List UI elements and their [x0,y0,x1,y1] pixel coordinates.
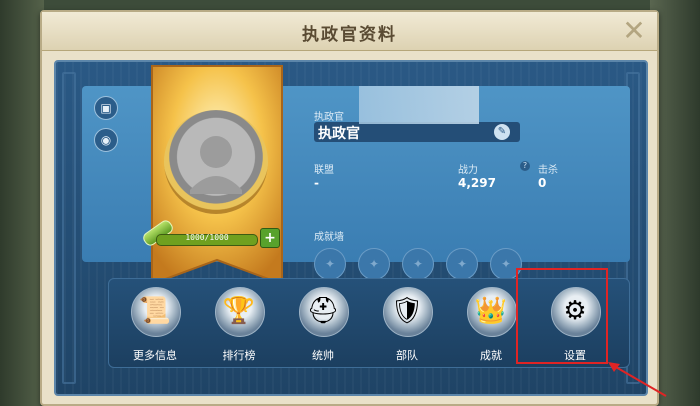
experience-text: 1000/1000 [185,233,229,242]
close-icon[interactable]: ✕ [619,16,649,46]
power-label: 战力 [458,165,478,176]
kills-label: 击杀 [538,165,558,176]
achievement-slot[interactable]: ✦ [402,248,434,280]
troops-button[interactable]: 🛡 部队 [369,279,445,367]
trophy-icon: 🏆 [222,296,256,326]
alliance-label: 联盟 [314,165,334,176]
commander-name-field: 执政官 [314,122,520,142]
troops-icon: 🛡 [390,296,424,326]
avatar[interactable] [164,110,268,214]
edit-name-icon[interactable]: ✎ [494,124,510,140]
silhouette-icon [190,136,242,194]
image-icon[interactable]: ▣ [94,96,118,120]
leaderboard-button[interactable]: 🏆 排行榜 [201,279,277,367]
avatar-change-icon[interactable]: ◉ [94,128,118,152]
add-experience-button[interactable]: + [260,228,280,248]
experience-bar: 1000/1000 [156,233,258,246]
commander-button[interactable]: ⛑ 统帅 [285,279,361,367]
power-value: 4,297 [458,176,496,190]
menu-label-commander: 统帅 [312,349,334,362]
menu-label-more-info: 更多信息 [133,349,177,362]
pointer-arrow-icon [608,362,667,397]
more-info-button[interactable]: 📜 更多信息 [117,279,193,367]
profile-card: ▣ ◉ 1000/1000 + 执政官 执政官 ✎ 联盟 - 战力 4,297 … [82,65,630,286]
kills-info-icon[interactable]: ? [520,161,530,171]
achievement-slot[interactable]: ✦ [358,248,390,280]
background-left [0,0,44,406]
commander-banner: 1000/1000 + [140,64,284,292]
commander-name: 执政官 [318,126,360,142]
decorative-pattern-left [62,72,76,384]
achievement-crown-icon: 👑 [474,296,508,326]
settings-highlight-box [516,268,608,364]
commander-helmet-icon: ⛑ [306,296,340,326]
name-label: 执政官 [314,112,344,123]
kills-value: 0 [538,176,547,190]
dialog-titlebar: 执政官资料 ✕ [42,12,657,51]
menu-label-leaderboard: 排行榜 [222,349,256,362]
achievement-slot[interactable]: ✦ [446,248,478,280]
achievements-label: 成就墙 [314,232,344,243]
alliance-value: - [314,176,319,190]
redacted-name-overlay [359,86,479,124]
menu-label-troops: 部队 [396,349,418,362]
dialog-title: 执政官资料 [302,25,397,45]
scroll-icon: 📜 [138,296,172,326]
achievement-slot[interactable]: ✦ [314,248,346,280]
